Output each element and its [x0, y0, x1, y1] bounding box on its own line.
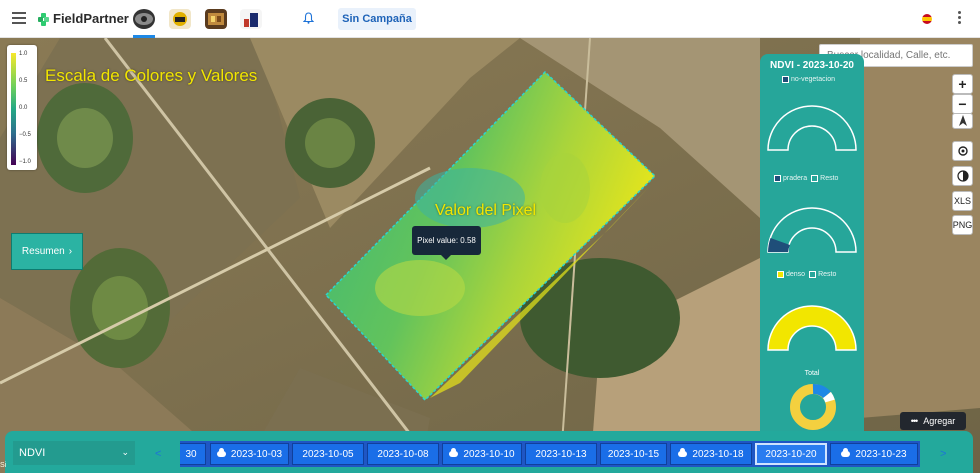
gauge-1-chart [767, 105, 857, 151]
legend-label: Resto [818, 271, 837, 278]
legend-tick: 0.0 [19, 105, 28, 111]
date-chip-selected[interactable]: 2023-10-20 [755, 443, 827, 465]
contrast-toggle-icon[interactable] [952, 166, 973, 186]
legend-tick: −0.5 [19, 132, 31, 138]
top-bar: FieldPartner Sin Campaña [0, 0, 980, 38]
date-label: 2023-10-13 [535, 448, 587, 460]
total-donut-chart [790, 384, 836, 430]
layer-select[interactable]: NDVI ⌄ [13, 441, 135, 465]
date-label: 2023-10-03 [230, 448, 283, 460]
date-label: 30 [185, 448, 197, 460]
resumen-button[interactable]: Resumen › [11, 233, 83, 270]
gauge-3-legend: denso Resto [777, 271, 836, 278]
export-xls-button[interactable]: XLS [952, 191, 973, 211]
legend-label: pradera [783, 175, 808, 182]
pixel-value-tooltip: Pixel value: 0.58 [412, 226, 481, 260]
date-chip[interactable]: 2023-10-05 [292, 443, 364, 465]
date-chip[interactable]: 2023-10-10 [442, 443, 522, 465]
date-timeline-bar: NDVI ⌄ < 30 2023-10-03 2023-10-05 2023-1… [5, 431, 973, 473]
legend-tick: 0.5 [19, 78, 28, 84]
color-scale-bar [11, 53, 16, 165]
layer-select-value: NDVI [19, 447, 46, 459]
legend-swatch [809, 271, 817, 278]
hamburger-menu-icon[interactable] [12, 12, 26, 24]
date-chip[interactable]: 2023-10-23 [830, 443, 918, 465]
cloud-icon [216, 448, 226, 457]
date-chip[interactable]: 2023-10-08 [367, 443, 439, 465]
legend-label: denso [786, 271, 806, 278]
agregar-button[interactable]: ••• Agregar [900, 412, 966, 430]
date-label: 2023-10-10 [463, 448, 515, 460]
agregar-label: Agregar [923, 416, 956, 426]
notifications-bell-icon[interactable] [302, 12, 315, 27]
date-label: 2023-10-05 [302, 448, 354, 460]
color-scale-legend: 1.0 0.5 0.0 −0.5 −1.0 [7, 45, 37, 170]
gauge-1-legend: no-vegetacion [782, 76, 835, 83]
total-label: Total [804, 370, 820, 377]
fieldpartner-logo-icon [38, 12, 50, 26]
timeline-prev-button[interactable]: < [155, 448, 161, 460]
chevron-right-icon: › [68, 246, 73, 257]
date-chip[interactable]: 2023-10-18 [670, 443, 752, 465]
language-flag-icon[interactable] [922, 14, 932, 24]
geolocate-icon[interactable] [952, 141, 973, 161]
more-horizontal-icon: ••• [910, 416, 919, 426]
date-chip[interactable]: 30 [180, 443, 206, 465]
legend-label: Resto [820, 175, 839, 182]
date-list: 30 2023-10-03 2023-10-05 2023-10-08 2023… [180, 441, 920, 467]
app-1-icon[interactable] [133, 9, 155, 29]
resumen-label: Resumen [21, 246, 65, 257]
ndvi-stats-panel: NDVI - 2023-10-20 no-vegetacion pradera … [760, 54, 864, 434]
campaign-button[interactable]: Sin Campaña [338, 8, 416, 30]
zoom-out-button[interactable]: − [952, 94, 973, 114]
date-label: 2023-10-20 [765, 448, 817, 460]
pixel-annotation: Valor del Pixel [435, 202, 537, 219]
legend-swatch [777, 271, 784, 278]
gauge-2-legend: pradera Resto [774, 175, 838, 182]
brand-name: FieldPartner [53, 11, 129, 26]
date-label: 2023-10-15 [607, 448, 660, 460]
gauge-3-chart [767, 305, 857, 351]
cloud-icon [449, 448, 459, 457]
legend-swatch [782, 76, 789, 83]
date-chip[interactable]: 2023-10-13 [525, 443, 597, 465]
zoom-in-button[interactable]: + [952, 74, 973, 94]
scale-annotation: Escala de Colores y Valores [45, 66, 258, 85]
date-chip[interactable]: 2023-10-03 [210, 443, 289, 465]
app-2-icon[interactable] [169, 9, 191, 29]
cloud-icon [678, 448, 688, 457]
legend-label: no-vegetacion [791, 76, 835, 83]
legend-tick: −1.0 [19, 159, 31, 165]
chevron-down-icon: ⌄ [121, 447, 129, 457]
ndvi-panel-title: NDVI - 2023-10-20 [770, 60, 854, 71]
timeline-next-button[interactable]: > [940, 448, 946, 460]
app-3-icon[interactable] [205, 9, 227, 29]
export-png-button[interactable]: PNG [952, 215, 973, 235]
more-options-icon[interactable] [958, 11, 962, 26]
date-label: 2023-10-08 [377, 448, 429, 460]
brand[interactable]: FieldPartner [38, 11, 129, 26]
legend-swatch [774, 175, 781, 182]
date-label: 2023-10-23 [855, 448, 907, 460]
compass-icon[interactable] [952, 113, 973, 129]
legend-tick: 1.0 [19, 51, 28, 57]
date-label: 2023-10-18 [692, 448, 744, 460]
legend-swatch [811, 175, 819, 182]
gauge-2-chart [767, 207, 857, 253]
cloud-icon [841, 448, 851, 457]
date-chip[interactable]: 2023-10-15 [600, 443, 667, 465]
corner-text: Si [0, 462, 7, 469]
app-4-icon[interactable] [240, 9, 262, 29]
